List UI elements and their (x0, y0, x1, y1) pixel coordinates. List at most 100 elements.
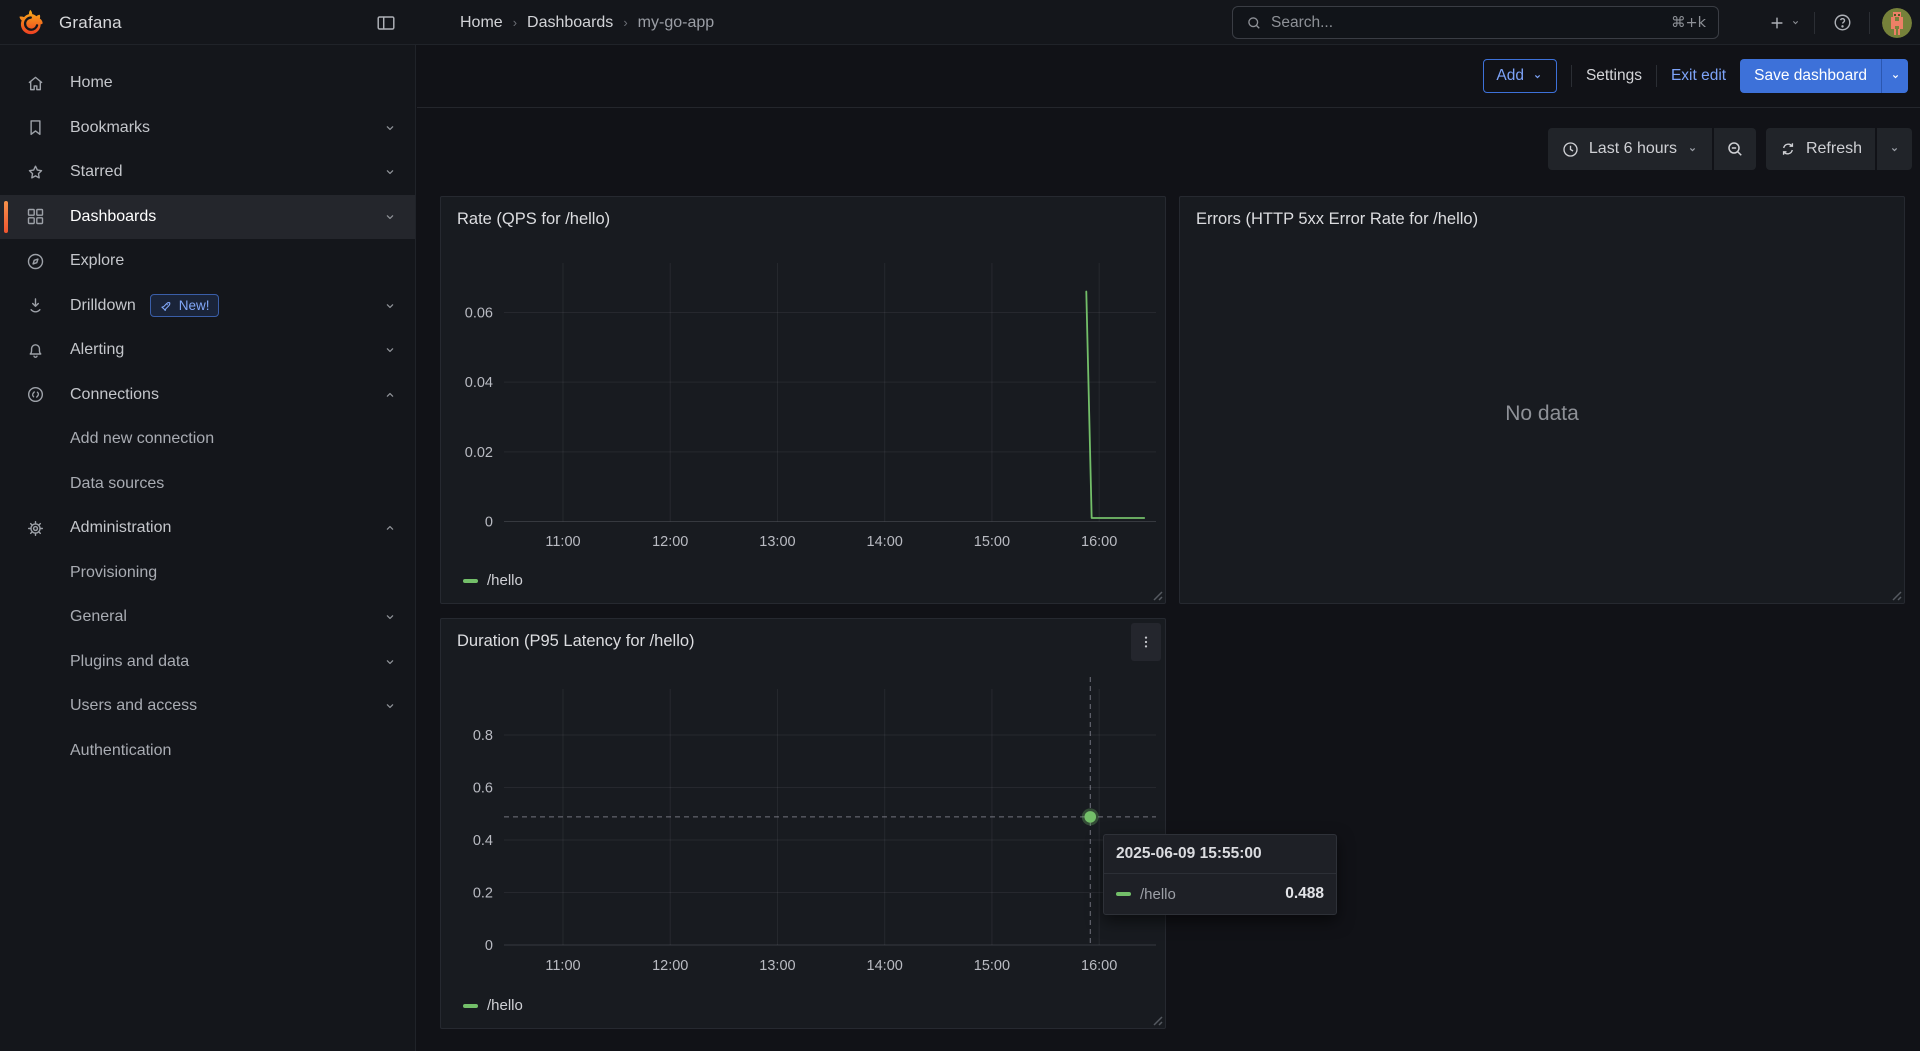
breadcrumb-separator: › (513, 15, 517, 30)
tooltip-timestamp: 2025-06-09 15:55:00 (1104, 835, 1336, 874)
panel-title[interactable]: Duration (P95 Latency for /hello) (457, 632, 695, 651)
sidebar-item-label: Home (70, 74, 113, 92)
chevron-down-icon[interactable] (383, 121, 397, 135)
chevron-up-icon[interactable] (383, 521, 397, 535)
sidebar-item-drilldown[interactable]: DrilldownNew! (0, 284, 415, 329)
time-toolbar: Last 6 hours Refresh (1548, 128, 1912, 170)
panel-title[interactable]: Rate (QPS for /hello) (457, 210, 610, 229)
sidebar-item-label: Add new connection (70, 430, 214, 448)
chevron-down-icon[interactable] (383, 699, 397, 713)
chevron-down-icon[interactable] (383, 343, 397, 357)
svg-text:0.04: 0.04 (465, 375, 493, 391)
sidebar-item-starred[interactable]: Starred (0, 150, 415, 195)
chevron-down-icon[interactable] (383, 165, 397, 179)
add-panel-button[interactable]: Add (1483, 59, 1557, 93)
sidebar-item-plugins-and-data[interactable]: Plugins and data (0, 640, 415, 685)
sidebar-item-connections[interactable]: Connections (0, 373, 415, 418)
chevron-down-icon[interactable] (383, 299, 397, 313)
refresh-interval-button[interactable] (1877, 128, 1912, 170)
sidebar-item-authentication[interactable]: Authentication (0, 729, 415, 774)
refresh-button[interactable]: Refresh (1766, 128, 1875, 170)
compass-icon (25, 251, 70, 272)
search-shortcut-hint: ⌘+k (1671, 15, 1706, 31)
brand-area: Grafana (16, 0, 122, 45)
panel-rate-header[interactable]: Rate (QPS for /hello) (441, 197, 1165, 241)
panel-menu-button[interactable] (1131, 623, 1161, 661)
sidebar-item-users-and-access[interactable]: Users and access (0, 684, 415, 729)
sidebar-item-label: Dashboards (70, 208, 156, 226)
panel-resize-handle[interactable] (1149, 1012, 1163, 1026)
exit-edit-button[interactable]: Exit edit (1671, 67, 1726, 85)
sidebar-toggle-button[interactable] (371, 8, 401, 38)
gear-icon (25, 518, 70, 539)
sidebar-item-home[interactable]: Home (0, 61, 415, 106)
drilldown-icon (25, 295, 70, 316)
help-button[interactable] (1827, 8, 1857, 38)
tooltip-color-dash (1116, 892, 1131, 896)
link-icon (25, 384, 70, 405)
chevron-up-icon[interactable] (383, 388, 397, 402)
save-dashboard-split-button: Save dashboard (1740, 59, 1908, 93)
timeseries-svg: 11:0012:0013:0014:0015:0016:0000.20.40.6… (441, 619, 1165, 1028)
apps-icon (25, 206, 70, 227)
dashboard-edit-toolbar: Add Settings Exit edit Save dashboard (417, 45, 1920, 108)
save-dashboard-button[interactable]: Save dashboard (1740, 59, 1881, 93)
top-navbar: Grafana Home › Dashboards › my-go-app ⌘+… (0, 0, 1920, 45)
save-dashboard-label: Save dashboard (1754, 67, 1867, 85)
sidebar-item-label: Drilldown (70, 297, 136, 315)
sidebar-item-general[interactable]: General (0, 595, 415, 640)
panel-resize-handle[interactable] (1149, 587, 1163, 601)
sidebar-item-bookmarks[interactable]: Bookmarks (0, 106, 415, 151)
home-icon (25, 73, 70, 94)
breadcrumb-home[interactable]: Home (460, 14, 503, 32)
svg-text:15:00: 15:00 (974, 534, 1010, 550)
search-input[interactable] (1271, 14, 1663, 32)
search-icon (1245, 14, 1263, 32)
legend-item-hello[interactable]: /hello (463, 572, 523, 589)
settings-button[interactable]: Settings (1586, 67, 1642, 85)
search-input-box[interactable]: ⌘+k (1232, 6, 1719, 39)
chevron-down-icon[interactable] (383, 210, 397, 224)
svg-text:0.2: 0.2 (473, 885, 493, 901)
user-avatar[interactable] (1882, 8, 1912, 38)
legend-color-dash (463, 579, 478, 583)
chevron-down-icon (1531, 70, 1544, 83)
sidebar-item-provisioning[interactable]: Provisioning (0, 551, 415, 596)
sidebar-item-administration[interactable]: Administration (0, 506, 415, 551)
sidebar-item-label: Authentication (70, 742, 171, 760)
zoom-out-icon (1725, 139, 1745, 159)
chevron-down-icon[interactable] (383, 655, 397, 669)
panel-errors-header[interactable]: Errors (HTTP 5xx Error Rate for /hello) (1180, 197, 1904, 241)
legend-item-hello[interactable]: /hello (463, 997, 523, 1014)
bookmark-icon (25, 117, 70, 138)
divider (1869, 12, 1870, 34)
sidebar-item-label: Alerting (70, 341, 124, 359)
new-menu-button[interactable] (1767, 13, 1802, 33)
save-dashboard-options-button[interactable] (1881, 59, 1908, 93)
panel-resize-handle[interactable] (1888, 587, 1902, 601)
kebab-menu-icon (1138, 632, 1154, 652)
sidebar-item-add-new-connection[interactable]: Add new connection (0, 417, 415, 462)
zoom-out-time-button[interactable] (1714, 128, 1756, 170)
sidebar-item-explore[interactable]: Explore (0, 239, 415, 284)
chevron-down-icon (1889, 70, 1902, 83)
panel-title[interactable]: Errors (HTTP 5xx Error Rate for /hello) (1196, 210, 1478, 229)
svg-text:0.06: 0.06 (465, 305, 493, 321)
svg-text:13:00: 13:00 (759, 958, 795, 974)
sidebar-item-dashboards[interactable]: Dashboards (0, 195, 415, 240)
sidebar-item-alerting[interactable]: Alerting (0, 328, 415, 373)
breadcrumb-dashboards[interactable]: Dashboards (527, 14, 613, 32)
panel-duration-header[interactable]: Duration (P95 Latency for /hello) (441, 619, 1165, 663)
chevron-down-icon (1789, 16, 1802, 29)
svg-text:15:00: 15:00 (974, 958, 1010, 974)
sidebar-item-label: Starred (70, 163, 122, 181)
svg-text:12:00: 12:00 (652, 958, 688, 974)
chevron-down-icon[interactable] (383, 610, 397, 624)
sidebar-item-label: Explore (70, 252, 124, 270)
sidebar-item-data-sources[interactable]: Data sources (0, 462, 415, 507)
time-range-picker-button[interactable]: Last 6 hours (1548, 128, 1712, 170)
plus-icon (1767, 13, 1787, 33)
grafana-logo-icon[interactable] (16, 8, 45, 37)
sidebar-item-label: Users and access (70, 697, 197, 715)
add-button-label: Add (1496, 67, 1524, 85)
